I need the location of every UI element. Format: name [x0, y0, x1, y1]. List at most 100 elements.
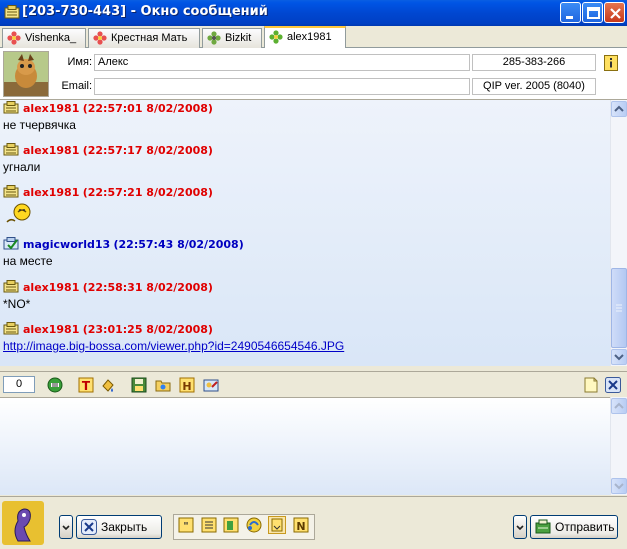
user-info-icon[interactable] — [604, 55, 618, 71]
message-window-icon — [4, 5, 20, 19]
format-toolbar: 0 T H — [0, 371, 627, 397]
svg-text:": " — [183, 521, 188, 532]
grip-icon — [616, 304, 622, 312]
message: alex1981 (22:57:17 8/02/2008) угнали — [3, 143, 213, 174]
incoming-message-icon — [3, 322, 19, 335]
message: alex1981 (22:57:01 8/02/2008) не тчервяч… — [3, 101, 213, 132]
smiley-icon — [6, 203, 31, 223]
scroll-down-button[interactable] — [611, 349, 627, 365]
flower-icon — [93, 31, 107, 45]
tab-label: alex1981 — [287, 31, 332, 43]
translit-icon[interactable] — [222, 516, 240, 534]
qip-logo-icon — [2, 501, 44, 545]
message-author: alex1981 — [23, 144, 80, 157]
scroll-up-button[interactable] — [611, 101, 627, 117]
avatar[interactable] — [3, 51, 49, 97]
tab-label: Vishenka_ — [25, 32, 77, 44]
smiley-picker-icon[interactable] — [47, 377, 63, 393]
scroll-up-button[interactable] — [611, 398, 627, 414]
close-icon — [81, 519, 97, 535]
send-options-dropdown[interactable] — [513, 515, 527, 539]
message-time: (22:57:17 8/02/2008) — [82, 144, 213, 157]
save-icon[interactable] — [131, 377, 147, 393]
contact-tabs: Vishenka_ Крестная Мать Bizkit alex1981 — [0, 26, 627, 48]
clear-icon[interactable] — [605, 377, 621, 393]
message: alex1981 (22:57:21 8/02/2008) — [3, 185, 213, 224]
message-author: alex1981 — [23, 323, 80, 336]
message-text: *NO* — [3, 297, 31, 311]
scroll-thumb[interactable] — [611, 268, 627, 348]
flower-icon — [7, 31, 21, 45]
chevron-down-icon — [516, 525, 524, 531]
send-button[interactable]: Отправить — [530, 515, 618, 539]
tab-bizkit[interactable]: Bizkit — [202, 28, 262, 48]
close-chat-label: Закрыть — [101, 520, 148, 534]
contact-details-icon[interactable] — [203, 377, 219, 393]
send-on-enter-icon[interactable] — [268, 516, 286, 534]
char-counter: 0 — [3, 376, 35, 393]
history-icon[interactable]: H — [179, 377, 195, 393]
message-link[interactable]: http://image.big-bossa.com/viewer.php?id… — [3, 339, 344, 353]
message: magicworld13 (22:57:43 8/02/2008) на мес… — [3, 237, 244, 268]
title-bar[interactable]: [203-730-443] - Окно сообщений — [0, 0, 627, 26]
svg-text:N: N — [296, 520, 305, 533]
message-text: не тчервячка — [3, 118, 76, 132]
quote-icon[interactable]: " — [177, 516, 195, 534]
flower-icon — [207, 31, 221, 45]
input-scrollbar[interactable] — [610, 397, 627, 495]
history-scrollbar[interactable] — [610, 100, 627, 366]
arrow-up-icon — [614, 402, 624, 409]
color-fill-icon[interactable] — [100, 377, 116, 393]
send-file-icon[interactable] — [155, 377, 171, 393]
message-author: magicworld13 — [23, 238, 111, 251]
close-options-dropdown[interactable] — [59, 515, 73, 539]
close-chat-button[interactable]: Закрыть — [76, 515, 162, 539]
message-history[interactable]: alex1981 (22:57:01 8/02/2008) не тчервяч… — [0, 100, 610, 366]
svg-text:H: H — [182, 380, 191, 393]
tab-label: Bizkit — [225, 32, 252, 44]
window-title: [203-730-443] - Окно сообщений — [22, 4, 268, 19]
tab-vishenka[interactable]: Vishenka_ — [2, 28, 86, 48]
tab-label: Крестная Мать — [111, 32, 188, 44]
message-time: (22:58:31 8/02/2008) — [82, 281, 213, 294]
close-icon — [610, 8, 621, 19]
name-field[interactable]: Алекс — [94, 54, 470, 71]
message-author: alex1981 — [23, 186, 80, 199]
incoming-message-icon — [3, 143, 19, 156]
template-icon[interactable] — [200, 516, 218, 534]
email-field[interactable] — [94, 78, 470, 95]
tab-krestnaya-mat[interactable]: Крестная Мать — [88, 28, 200, 48]
notification-icon[interactable]: N — [292, 516, 310, 534]
incoming-message-icon — [3, 185, 19, 198]
incoming-message-icon — [3, 280, 19, 293]
message-time: (22:57:21 8/02/2008) — [82, 186, 213, 199]
message-author: alex1981 — [23, 281, 80, 294]
font-icon[interactable]: T — [78, 377, 94, 393]
new-note-icon[interactable] — [583, 377, 599, 393]
message-text: угнали — [3, 160, 41, 174]
arrow-down-icon — [614, 354, 624, 361]
message-time: (22:57:43 8/02/2008) — [113, 238, 244, 251]
scroll-down-button[interactable] — [611, 478, 627, 494]
message-input[interactable] — [0, 398, 610, 496]
message: alex1981 (22:58:31 8/02/2008) *NO* — [3, 280, 213, 311]
tab-alex1981[interactable]: alex1981 — [264, 26, 346, 48]
email-label: Email: — [61, 80, 92, 92]
message-time: (22:57:01 8/02/2008) — [82, 102, 213, 115]
bottom-bar: Закрыть " N Отправить — [0, 496, 627, 549]
message-input-area — [0, 397, 610, 496]
minimize-button[interactable] — [560, 2, 581, 23]
message-author: alex1981 — [23, 102, 80, 115]
avatar-image — [4, 52, 48, 96]
maximize-button[interactable] — [582, 2, 603, 23]
outgoing-message-icon — [3, 237, 19, 250]
client-field[interactable]: QIP ver. 2005 (8040) — [472, 78, 596, 95]
send-label: Отправить — [555, 520, 615, 534]
incoming-message-icon — [3, 101, 19, 114]
contact-info-panel: Имя: Алекс Email: 285-383-266 QIP ver. 2… — [0, 48, 627, 100]
switch-layout-icon[interactable] — [245, 516, 263, 534]
close-window-button[interactable] — [604, 2, 625, 23]
uin-field[interactable]: 285-383-266 — [472, 54, 596, 71]
maximize-icon — [587, 7, 600, 19]
minimize-icon — [566, 16, 573, 19]
